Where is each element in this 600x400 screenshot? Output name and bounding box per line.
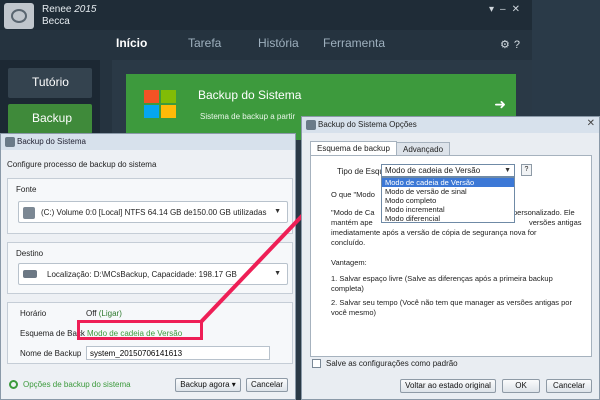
scheme-panel: Tipo de Esquer Modo de cadeia de Versão …: [310, 155, 592, 357]
backup-dialog: Backup do Sistema Configure processo de …: [0, 133, 296, 400]
cancel-button[interactable]: Cancelar: [546, 379, 592, 393]
destination-value: Localização: D:\MCsBackup, Capacidade: 1…: [47, 270, 237, 279]
backup-options-link[interactable]: Opções de backup do sistema: [23, 380, 131, 389]
card-title: Backup do Sistema: [198, 88, 302, 102]
backup-name-label: Nome de Backup: [20, 349, 82, 358]
save-default-label: Salve as configurações como padrão: [326, 359, 458, 368]
safe-logo-icon: [4, 3, 34, 29]
schedule-enable-link[interactable]: (Ligar): [99, 309, 122, 318]
description-question: O que "Modo: [331, 190, 375, 199]
config-label: Configure processo de backup do sistema: [7, 160, 157, 169]
help-button[interactable]: ?: [521, 164, 532, 176]
schedule-state: Off: [86, 309, 97, 318]
sidebar-item-backup[interactable]: Backup: [8, 104, 92, 134]
option-full[interactable]: Modo completo: [382, 196, 514, 205]
brand-version: 2015: [74, 4, 97, 15]
desc-line1-left: "Modo de Ca: [331, 208, 375, 217]
arrow-right-icon: ➜: [494, 96, 506, 112]
desc-line2-left: mantém ape: [331, 218, 373, 227]
chevron-down-icon: ▼: [274, 208, 281, 215]
dialog-titlebar: Backup do Sistema Opções ✕: [302, 117, 599, 133]
tab-backup-scheme[interactable]: Esquema de backup: [310, 141, 397, 156]
window-controls[interactable]: ▾–✕: [489, 4, 526, 15]
tab-tarefa[interactable]: Tarefa: [188, 36, 221, 50]
cancel-button[interactable]: Cancelar: [246, 378, 288, 392]
minimize-icon[interactable]: –: [500, 4, 512, 15]
scheme-type-value: Modo de cadeia de Versão: [385, 166, 481, 175]
scheme-label: Esquema de Back: [20, 329, 85, 338]
source-group: Fonte (C:) Volume 0:0 [Local] NTFS 64.14…: [7, 178, 293, 234]
source-select[interactable]: (C:) Volume 0:0 [Local] NTFS 64.14 GB de…: [18, 201, 288, 223]
source-label: Fonte: [16, 185, 37, 194]
close-icon[interactable]: ✕: [587, 118, 595, 129]
ok-button[interactable]: OK: [502, 379, 540, 393]
app-icon: [306, 120, 316, 130]
desc-line3: imediatamente após a versão de cópia de …: [331, 228, 537, 237]
advantage-1: 1. Salvar espaço livre (Salve as diferen…: [331, 274, 553, 293]
help-icon[interactable]: ?: [514, 39, 524, 51]
destination-label: Destino: [16, 249, 44, 258]
backup-now-button[interactable]: Backup agora ▾: [175, 378, 241, 392]
chevron-down-icon: ▼: [274, 270, 281, 277]
backup-name-input[interactable]: [86, 346, 270, 360]
dialog-titlebar: Backup do Sistema: [1, 134, 295, 150]
source-value: (C:) Volume 0:0 [Local] NTFS 64.14 GB de…: [41, 208, 267, 217]
card-description: Sistema de backup a partir: [200, 112, 296, 121]
app-brand: Renee 2015 Becca: [42, 4, 97, 28]
tab-ferramenta[interactable]: Ferramenta: [323, 36, 385, 50]
app-icon: [5, 137, 15, 147]
main-nav: Início Tarefa História Ferramenta: [0, 30, 532, 60]
tab-inicio[interactable]: Início: [116, 36, 147, 50]
option-incremental[interactable]: Modo incremental: [382, 205, 514, 214]
save-default-checkbox[interactable]: [312, 359, 321, 368]
dialog-title: Backup do Sistema Opções: [318, 120, 417, 129]
scheme-type-dropdown: Modo de cadeia de Versão Modo de versão …: [381, 177, 515, 223]
schedule-label: Horário: [20, 309, 47, 318]
option-differential[interactable]: Modo diferencial: [382, 214, 514, 223]
desc-line1-right: personalizado. Ele: [513, 208, 575, 217]
destination-group: Destino Localização: D:\MCsBackup, Capac…: [7, 242, 293, 294]
windows-logo-icon: [144, 90, 178, 120]
options-icon: [9, 380, 18, 389]
schedule-value: Off (Ligar): [86, 309, 122, 318]
hard-drive-icon: [23, 207, 35, 219]
close-icon[interactable]: ✕: [512, 4, 526, 15]
desc-line4: concluído.: [331, 238, 366, 247]
highlight-box: [77, 320, 203, 340]
tab-historia[interactable]: História: [258, 36, 299, 50]
brand-subtitle: Becca: [42, 16, 70, 27]
dialog-title: Backup do Sistema: [17, 137, 86, 146]
option-single-version[interactable]: Modo de versão de sinal: [382, 187, 514, 196]
advantages-title: Vantagem:: [331, 258, 367, 267]
destination-select[interactable]: Localização: D:\MCsBackup, Capacidade: 1…: [18, 263, 288, 285]
app-titlebar: Renee 2015 Becca ▾–✕: [0, 0, 532, 30]
shirt-icon[interactable]: ▾: [489, 4, 500, 15]
options-dialog: Backup do Sistema Opções ✕ Esquema de ba…: [301, 116, 600, 400]
desc-line2-right: versões antigas: [529, 218, 582, 227]
option-version-chain[interactable]: Modo de cadeia de Versão: [382, 178, 514, 187]
chevron-down-icon: ▼: [504, 167, 511, 174]
gear-icon[interactable]: ⚙: [500, 39, 514, 51]
sidebar-item-tutorio[interactable]: Tutório: [8, 68, 92, 98]
app-top-icons: ⚙?: [500, 38, 524, 51]
advantage-2: 2. Salvar seu tempo (Você não tem que ma…: [331, 298, 572, 317]
restore-defaults-button[interactable]: Voltar ao estado original: [400, 379, 496, 393]
scheme-type-select[interactable]: Modo de cadeia de Versão ▼: [381, 164, 515, 177]
brand-name: Renee: [42, 4, 72, 15]
drive-icon: [23, 270, 37, 278]
